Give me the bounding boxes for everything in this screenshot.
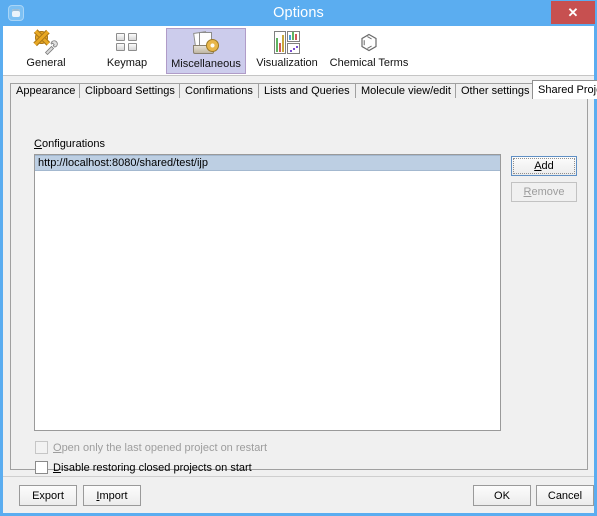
tab-label: Appearance [16, 85, 76, 97]
import-button-label-rest: mport [99, 490, 128, 502]
export-button-label: Export [32, 490, 64, 502]
import-button[interactable]: Import [83, 485, 141, 506]
add-button[interactable]: Add [511, 156, 577, 176]
tab-clipboard-settings[interactable]: Clipboard Settings [79, 83, 180, 99]
tab-label: Clipboard Settings [85, 85, 175, 97]
settings-tab-strip: Appearance Clipboard Settings Confirmati… [10, 80, 597, 99]
ok-button[interactable]: OK [473, 485, 531, 506]
title-bar: Options ✕ [0, 0, 597, 26]
tab-molecule-view-edit[interactable]: Molecule view/edit [355, 83, 456, 99]
dialog-footer: Export Import OK Cancel [3, 476, 594, 513]
checkbox-box[interactable] [35, 461, 48, 474]
page-title: Options [273, 5, 324, 21]
tab-label: Confirmations [185, 85, 253, 97]
toolbar-item-general[interactable]: General [8, 28, 84, 74]
export-button[interactable]: Export [19, 485, 77, 506]
tab-other-settings[interactable]: Other settings [455, 83, 533, 99]
checkbox-disable-restoring-closed-projects[interactable]: Disable restoring closed projects on sta… [35, 461, 252, 477]
toolbar-item-visualization[interactable]: Visualization [251, 28, 323, 74]
configurations-label: Configurations [34, 138, 105, 150]
toolbar-item-miscellaneous[interactable]: Miscellaneous [166, 28, 246, 74]
checkbox-label-rest: pen only the last opened project on rest… [61, 442, 268, 454]
benzene-ring-icon [326, 30, 412, 56]
tab-label: Other settings [461, 85, 530, 97]
toolbar-item-chemical-terms[interactable]: Chemical Terms [326, 28, 412, 74]
toolbar-item-label: General [26, 57, 66, 69]
tab-appearance[interactable]: Appearance [10, 83, 80, 99]
papers-gear-icon [167, 31, 245, 57]
cancel-button[interactable]: Cancel [536, 485, 594, 506]
options-content: Appearance Clipboard Settings Confirmati… [3, 76, 597, 476]
configurations-label-rest: onfigurations [41, 138, 105, 150]
toolbar-item-keymap[interactable]: Keymap [91, 28, 163, 74]
keyboard-keys-icon [91, 30, 163, 56]
configurations-list[interactable]: http://localhost:8080/shared/test/ijp [34, 154, 501, 431]
tab-lists-and-queries[interactable]: Lists and Queries [258, 83, 356, 99]
add-button-mnemonic: A [534, 160, 542, 172]
gear-wrench-icon [8, 30, 84, 56]
checkbox-label-mnemonic: O [53, 442, 62, 454]
checkbox-label-rest: isable restoring closed projects on star… [60, 462, 252, 474]
options-dialog: Options ✕ General Keymap Miscellaneous V… [0, 0, 597, 516]
add-button-label-rest: dd [541, 160, 554, 172]
tab-label: Lists and Queries [264, 85, 350, 97]
configurations-label-mnemonic: C [34, 138, 42, 150]
close-icon[interactable]: ✕ [551, 1, 595, 24]
category-toolbar: General Keymap Miscellaneous Visualizati… [3, 26, 594, 76]
tab-shared-projects[interactable]: Shared Projects [532, 80, 597, 99]
checkbox-open-only-last-project: Open only the last opened project on res… [35, 441, 267, 457]
shared-projects-panel: Configurations http://localhost:8080/sha… [10, 98, 588, 474]
toolbar-item-label: Visualization [256, 57, 318, 69]
charts-icon [251, 30, 323, 56]
tab-confirmations[interactable]: Confirmations [179, 83, 259, 99]
remove-button-label-rest: emove [531, 186, 565, 198]
tab-label: Molecule view/edit [361, 85, 451, 97]
checkbox-box [35, 441, 48, 454]
toolbar-item-label: Keymap [106, 57, 148, 69]
toolbar-item-label: Miscellaneous [171, 58, 241, 70]
tab-label: Shared Projects [538, 84, 597, 96]
list-item[interactable]: http://localhost:8080/shared/test/ijp [35, 155, 500, 171]
remove-button: Remove [511, 182, 577, 202]
toolbar-item-label: Chemical Terms [329, 57, 409, 69]
checkbox-label-mnemonic: D [53, 462, 61, 474]
